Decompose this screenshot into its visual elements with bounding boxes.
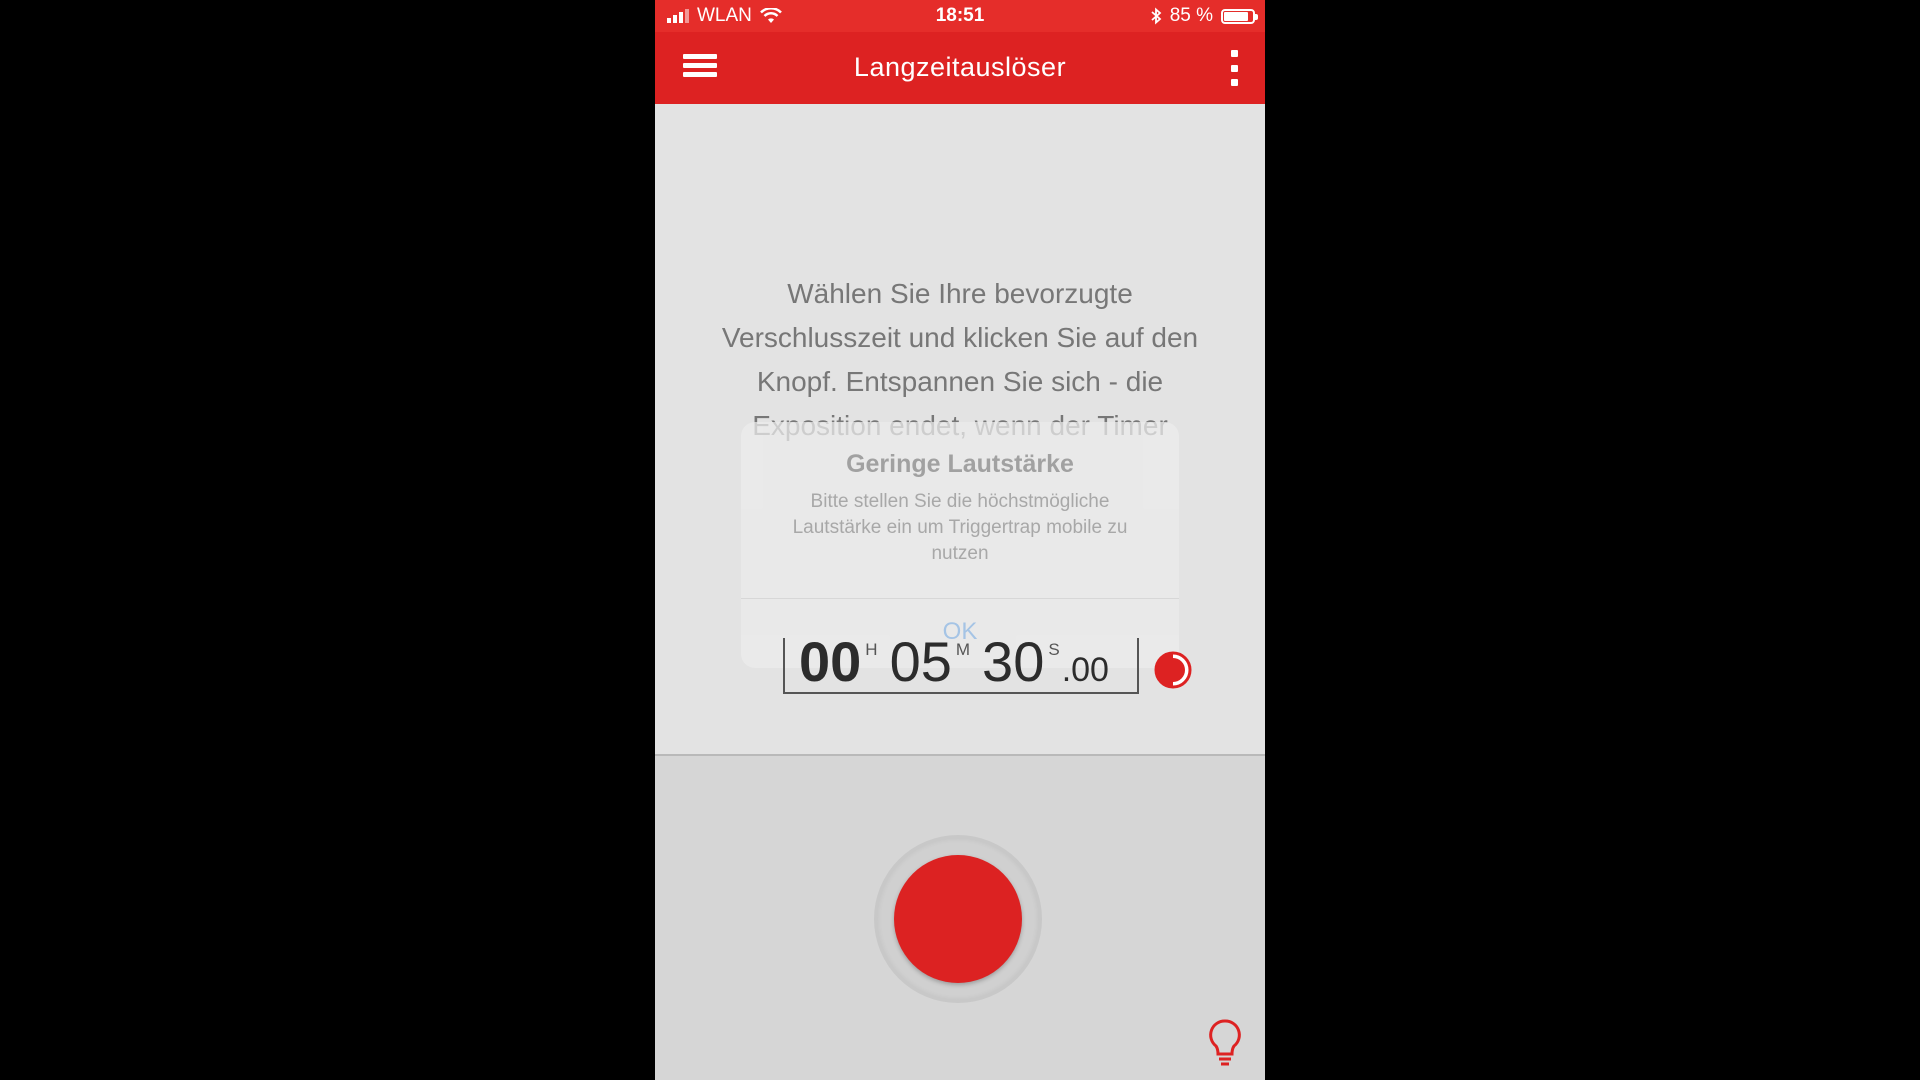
trigger-record-button[interactable] [894, 855, 1022, 983]
alert-title: Geringe Lautstärke [846, 450, 1074, 478]
main-area: Wählen Sie Ihre bevorzugte Verschlusszei… [655, 104, 1265, 754]
timer-hours-unit: H [865, 640, 878, 659]
status-right: 85 % [1150, 5, 1258, 27]
page-title: Langzeitauslöser [853, 52, 1067, 82]
battery-fill [1224, 11, 1248, 21]
alert-message: Bitte stellen Sie die höchstmögliche Lau… [792, 491, 1128, 564]
timer-seconds[interactable]: 30 [982, 634, 1044, 690]
battery-icon [1221, 8, 1258, 24]
bottom-panel [655, 756, 1265, 1080]
timer-minutes-unit: M [955, 640, 971, 659]
more-vertical-icon[interactable] [1227, 50, 1241, 86]
bluetooth-icon [1151, 7, 1162, 25]
status-bar: WLAN 18:51 85 % [655, 0, 1265, 32]
app-bar: Langzeitauslöser [655, 32, 1265, 104]
timer-display: 00 H 05 M 30 S .00 [799, 634, 1109, 690]
battery-percent: 85 % [1169, 5, 1213, 26]
timer-hours[interactable]: 00 [799, 634, 861, 690]
alert-divider [741, 598, 1179, 599]
phone-screen: WLAN 18:51 85 % Langzeitauslöser Wählen … [655, 0, 1265, 1080]
exposure-timer-input[interactable]: 00 H 05 M 30 S .00 [783, 634, 1139, 694]
lightbulb-icon[interactable] [1207, 1018, 1243, 1068]
timer-minutes[interactable]: 05 [890, 634, 952, 690]
timer-fraction[interactable]: .00 [1062, 650, 1109, 690]
half-circle-contrast-icon[interactable] [1153, 650, 1193, 690]
timer-seconds-unit: S [1048, 640, 1060, 659]
